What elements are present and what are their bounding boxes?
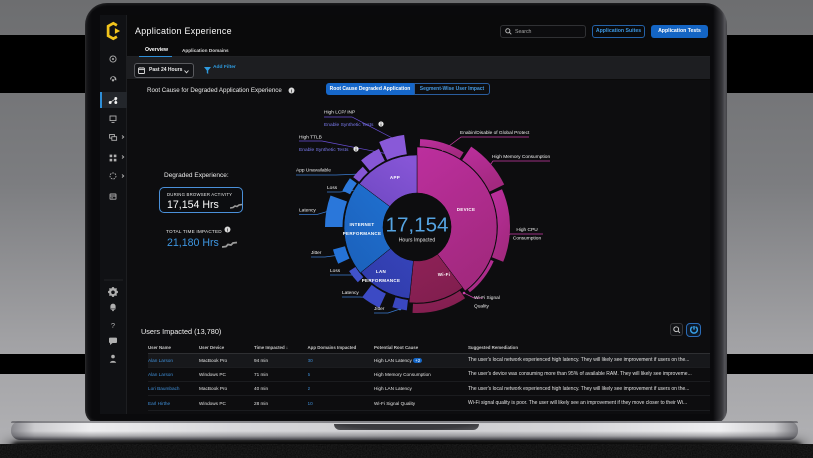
svg-text:Consumption: Consumption — [513, 236, 542, 242]
svg-text:Enable Synthetic Tests: Enable Synthetic Tests — [299, 147, 349, 153]
svg-text:Hours Impacted: Hours Impacted — [399, 238, 436, 244]
svg-text:LAN: LAN — [376, 269, 386, 274]
svg-text:Enable Synthetic Tests: Enable Synthetic Tests — [324, 122, 374, 128]
svg-text:INTERNET: INTERNET — [350, 222, 375, 227]
svg-text:High CPU: High CPU — [516, 227, 538, 233]
svg-text:DEVICE: DEVICE — [457, 207, 476, 212]
svg-text:PERFORMANCE: PERFORMANCE — [343, 231, 382, 236]
svg-text:i: i — [380, 122, 381, 127]
svg-text:High LCP/ INP: High LCP/ INP — [324, 110, 355, 116]
svg-text:Latency: Latency — [299, 208, 316, 214]
svg-text:17,154: 17,154 — [386, 214, 449, 237]
svg-text:High TTLB: High TTLB — [299, 135, 322, 141]
svg-text:Latency: Latency — [342, 290, 359, 296]
svg-text:Wi-Fi Signal: Wi-Fi Signal — [474, 295, 500, 301]
svg-text:Loss: Loss — [327, 185, 338, 191]
svg-text:App Unavailable: App Unavailable — [296, 168, 331, 174]
svg-text:Jitter: Jitter — [311, 250, 322, 256]
svg-text:Enabin/Disable of Global Prote: Enabin/Disable of Global Protect — [460, 130, 530, 136]
svg-text:APP: APP — [390, 175, 400, 180]
svg-text:Quality: Quality — [474, 304, 490, 310]
svg-text:Wi-Fi: Wi-Fi — [438, 272, 450, 277]
svg-text:i: i — [355, 147, 356, 152]
svg-text:PERFORMANCE: PERFORMANCE — [362, 278, 401, 283]
svg-text:Jitter: Jitter — [374, 306, 385, 312]
svg-text:High Memory Consumption: High Memory Consumption — [492, 154, 550, 160]
svg-text:Loss: Loss — [330, 268, 341, 274]
